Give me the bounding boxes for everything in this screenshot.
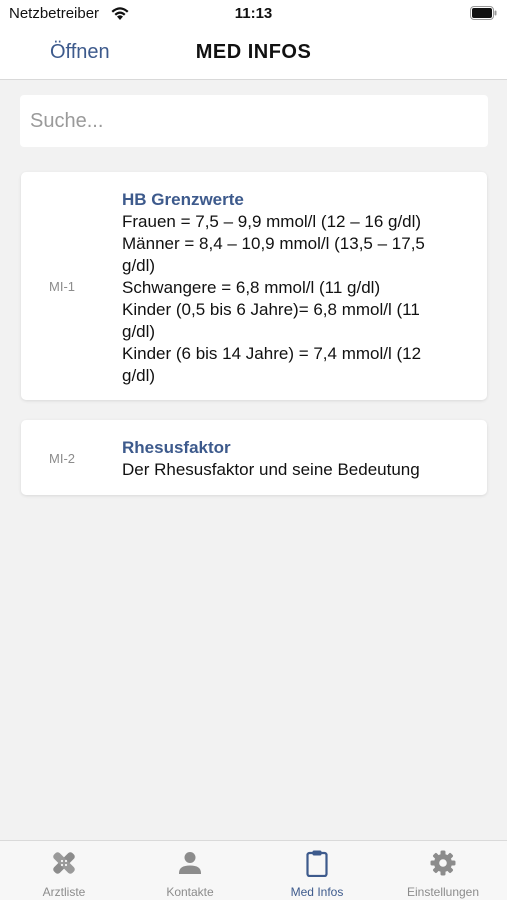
list-item-mi-2[interactable]: MI-2 Rhesusfaktor Der Rhesusfaktor und s…	[21, 420, 487, 495]
tab-label: Med Infos	[290, 885, 344, 899]
tab-med-infos[interactable]: Med Infos	[254, 841, 380, 900]
tab-label: Kontakte	[166, 885, 214, 899]
item-line: g/dl)	[122, 256, 156, 275]
item-line: g/dl)	[122, 366, 156, 385]
tab-einstellungen[interactable]: Einstellungen	[380, 841, 506, 900]
clock: 11:13	[234, 5, 273, 22]
screen: Netzbetreiber 11:13 Öffnen MED INFOS MI-…	[0, 0, 507, 900]
status-bar: Netzbetreiber 11:13	[0, 0, 507, 28]
item-title: Rhesusfaktor	[122, 438, 231, 457]
clipboard-icon	[306, 850, 328, 877]
list-item-mi-1[interactable]: MI-1 HB Grenzwerte Frauen = 7,5 – 9,9 mm…	[21, 172, 487, 400]
item-body: Rhesusfaktor Der Rhesusfaktor und seine …	[122, 437, 457, 481]
item-title: HB Grenzwerte	[122, 190, 244, 209]
item-line: Kinder (6 bis 14 Jahre) = 7,4 mmol/l (12	[122, 344, 422, 363]
item-line: Schwangere = 6,8 mmol/l (11 g/dl)	[122, 278, 381, 297]
navigation-bar: Öffnen MED INFOS	[0, 28, 507, 80]
item-id: MI-2	[49, 451, 75, 466]
bandage-icon	[53, 852, 75, 874]
item-line: Kinder (0,5 bis 6 Jahre)= 6,8 mmol/l (11	[122, 300, 420, 319]
person-icon	[179, 852, 201, 874]
item-body: HB Grenzwerte Frauen = 7,5 – 9,9 mmol/l …	[122, 189, 457, 387]
item-line: Der Rhesusfaktor und seine Bedeutung	[122, 460, 420, 479]
search-input[interactable]	[20, 95, 488, 147]
item-id: MI-1	[49, 279, 75, 294]
tab-arztliste[interactable]: Arztliste	[1, 841, 127, 900]
tab-kontakte[interactable]: Kontakte	[127, 841, 253, 900]
tab-label: Einstellungen	[406, 885, 480, 899]
battery-icon	[470, 6, 497, 20]
item-line: Männer = 8,4 – 10,9 mmol/l (13,5 – 17,5	[122, 234, 425, 253]
tab-label: Arztliste	[42, 885, 86, 899]
tab-bar: Arztliste Kontakte Med Infos Einstellung…	[0, 840, 507, 900]
item-line: g/dl)	[122, 322, 156, 341]
gear-icon	[430, 850, 456, 876]
item-line: Frauen = 7,5 – 9,9 mmol/l (12 – 16 g/dl)	[122, 212, 422, 231]
page-title: MED INFOS	[195, 41, 312, 63]
